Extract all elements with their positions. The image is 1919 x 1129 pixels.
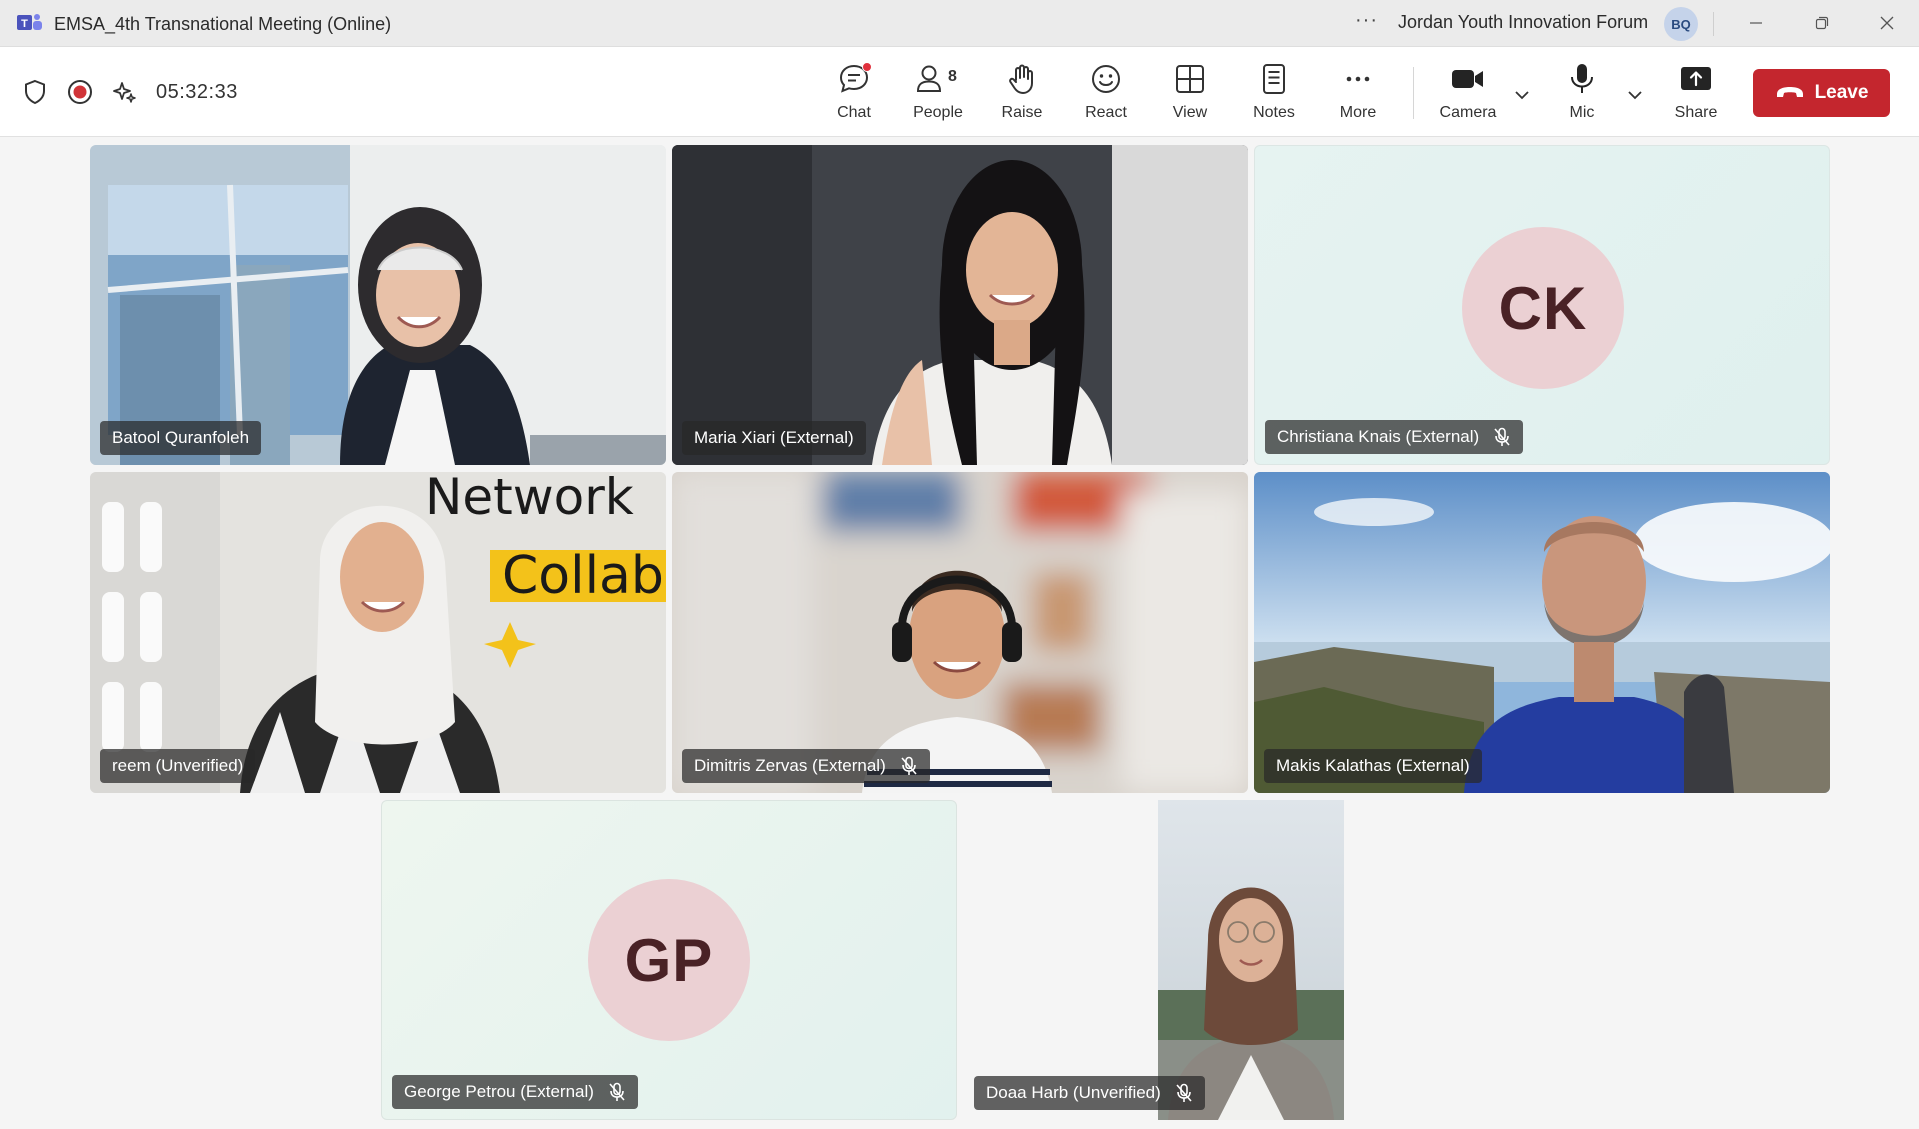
participant-name-tag: Batool Quranfoleh bbox=[100, 421, 262, 455]
meeting-toolbar: 05:32:33 Chat 8 People Raise React View … bbox=[0, 47, 1919, 137]
video-tile-makis[interactable]: Makis Kalathas (External) bbox=[1254, 472, 1830, 793]
people-icon bbox=[916, 65, 942, 92]
grid-view-icon bbox=[1176, 65, 1204, 93]
people-label: People bbox=[913, 104, 963, 121]
people-count: 8 bbox=[948, 68, 957, 85]
participant-name-tag: Christiana Knais (External) bbox=[1265, 420, 1524, 454]
people-button[interactable]: 8 People bbox=[902, 59, 974, 129]
share-button[interactable]: Share bbox=[1660, 59, 1732, 129]
meeting-timer: 05:32:33 bbox=[156, 81, 238, 103]
video-tile-maria[interactable]: Maria Xiari (External) bbox=[672, 145, 1248, 465]
sign-text: Network bbox=[425, 472, 634, 526]
raise-hand-button[interactable]: Raise bbox=[986, 59, 1058, 129]
camera-options-button[interactable] bbox=[1507, 80, 1537, 110]
account-avatar[interactable]: BQ bbox=[1664, 7, 1698, 41]
more-button[interactable]: More bbox=[1322, 59, 1394, 129]
hand-icon bbox=[1009, 64, 1033, 94]
record-icon bbox=[68, 80, 92, 104]
video-tile-reem[interactable]: Network Collab reem (Unverified) bbox=[90, 472, 666, 793]
unread-badge bbox=[862, 62, 872, 72]
participant-name: Makis Kalathas (External) bbox=[1276, 756, 1470, 775]
chevron-down-icon bbox=[1515, 91, 1529, 100]
restore-button[interactable] bbox=[1802, 8, 1842, 38]
close-button[interactable] bbox=[1867, 8, 1907, 38]
mic-muted-icon bbox=[609, 1082, 625, 1101]
video-feed bbox=[1254, 472, 1830, 793]
chat-label: Chat bbox=[837, 104, 871, 121]
participant-name: George Petrou (External) bbox=[404, 1082, 594, 1101]
notes-icon bbox=[1263, 64, 1285, 94]
mic-muted-icon bbox=[1494, 427, 1510, 446]
participant-name-tag: Doaa Harb (Unverified) bbox=[974, 1076, 1205, 1110]
close-icon bbox=[1880, 16, 1894, 30]
camera-label: Camera bbox=[1439, 104, 1497, 121]
title-bar: T EMSA_4th Transnational Meeting (Online… bbox=[0, 0, 1919, 47]
participant-name: Christiana Knais (External) bbox=[1277, 427, 1480, 446]
leave-label: Leave bbox=[1814, 82, 1869, 103]
recording-indicator[interactable] bbox=[65, 77, 95, 107]
minimize-icon bbox=[1750, 22, 1762, 24]
toolbar-divider bbox=[1413, 67, 1414, 119]
chevron-down-icon bbox=[1628, 91, 1642, 100]
sparkle-icon bbox=[113, 82, 136, 103]
microphone-icon bbox=[1571, 64, 1593, 93]
shield-icon bbox=[25, 79, 45, 105]
camera-icon bbox=[1452, 70, 1483, 88]
video-feed bbox=[672, 472, 1248, 793]
leave-button[interactable]: Leave bbox=[1753, 69, 1890, 117]
participant-name: Batool Quranfoleh bbox=[112, 428, 250, 447]
titlebar-divider bbox=[1713, 12, 1714, 36]
video-tile-dimitris[interactable]: Dimitris Zervas (External) bbox=[672, 472, 1248, 793]
video-feed bbox=[672, 145, 1248, 465]
video-tile-doaa[interactable]: Doaa Harb (Unverified) bbox=[964, 800, 1540, 1120]
mic-options-button[interactable] bbox=[1620, 80, 1650, 110]
teams-logo-icon: T bbox=[17, 14, 42, 30]
sign-text: Collab bbox=[502, 546, 664, 606]
video-feed bbox=[1158, 800, 1344, 1120]
video-tile-batool[interactable]: Batool Quranfoleh bbox=[90, 145, 666, 465]
hang-up-icon bbox=[1776, 87, 1803, 97]
react-label: React bbox=[1085, 104, 1127, 121]
minimize-button[interactable] bbox=[1736, 8, 1776, 38]
share-label: Share bbox=[1674, 104, 1718, 121]
svg-text:T: T bbox=[21, 18, 28, 30]
more-dots-icon bbox=[1346, 76, 1370, 82]
more-options-icon[interactable]: ··· bbox=[1355, 9, 1378, 32]
react-button[interactable]: React bbox=[1070, 59, 1142, 129]
raise-label: Raise bbox=[1001, 104, 1043, 121]
view-label: View bbox=[1172, 104, 1208, 121]
participant-name: reem (Unverified) bbox=[112, 756, 244, 775]
organization-name[interactable]: Jordan Youth Innovation Forum bbox=[1398, 12, 1648, 33]
participant-name-tag: Dimitris Zervas (External) bbox=[682, 749, 930, 783]
participant-name-tag: Makis Kalathas (External) bbox=[1264, 749, 1482, 783]
participant-avatar: GP bbox=[588, 879, 750, 1041]
chat-button[interactable]: Chat bbox=[818, 59, 890, 129]
security-shield-button[interactable] bbox=[20, 77, 50, 107]
mic-muted-icon bbox=[1176, 1083, 1192, 1102]
smiley-icon bbox=[1092, 65, 1120, 93]
participant-name-tag: reem (Unverified) bbox=[100, 749, 256, 783]
mic-button[interactable]: Mic bbox=[1546, 59, 1618, 129]
video-tile-christiana[interactable]: CK Christiana Knais (External) bbox=[1254, 145, 1830, 465]
view-button[interactable]: View bbox=[1154, 59, 1226, 129]
window-title: EMSA_4th Transnational Meeting (Online) bbox=[54, 14, 392, 34]
participant-name-tag: George Petrou (External) bbox=[392, 1075, 638, 1109]
video-feed bbox=[90, 145, 666, 465]
share-screen-icon bbox=[1681, 67, 1711, 90]
participant-avatar: CK bbox=[1462, 227, 1624, 389]
more-label: More bbox=[1339, 104, 1377, 121]
notes-button[interactable]: Notes bbox=[1238, 59, 1310, 129]
notes-label: Notes bbox=[1253, 104, 1295, 121]
restore-icon bbox=[1815, 16, 1829, 30]
mic-label: Mic bbox=[1569, 104, 1595, 121]
video-tile-george[interactable]: GP George Petrou (External) bbox=[381, 800, 957, 1120]
participant-name: Doaa Harb (Unverified) bbox=[986, 1083, 1161, 1102]
copilot-sparkle-button[interactable] bbox=[110, 77, 140, 107]
participant-name-tag: Maria Xiari (External) bbox=[682, 421, 866, 455]
camera-button[interactable]: Camera bbox=[1432, 59, 1504, 129]
mic-muted-icon bbox=[901, 756, 917, 775]
participant-name: Maria Xiari (External) bbox=[694, 428, 854, 447]
participant-name: Dimitris Zervas (External) bbox=[694, 756, 886, 775]
